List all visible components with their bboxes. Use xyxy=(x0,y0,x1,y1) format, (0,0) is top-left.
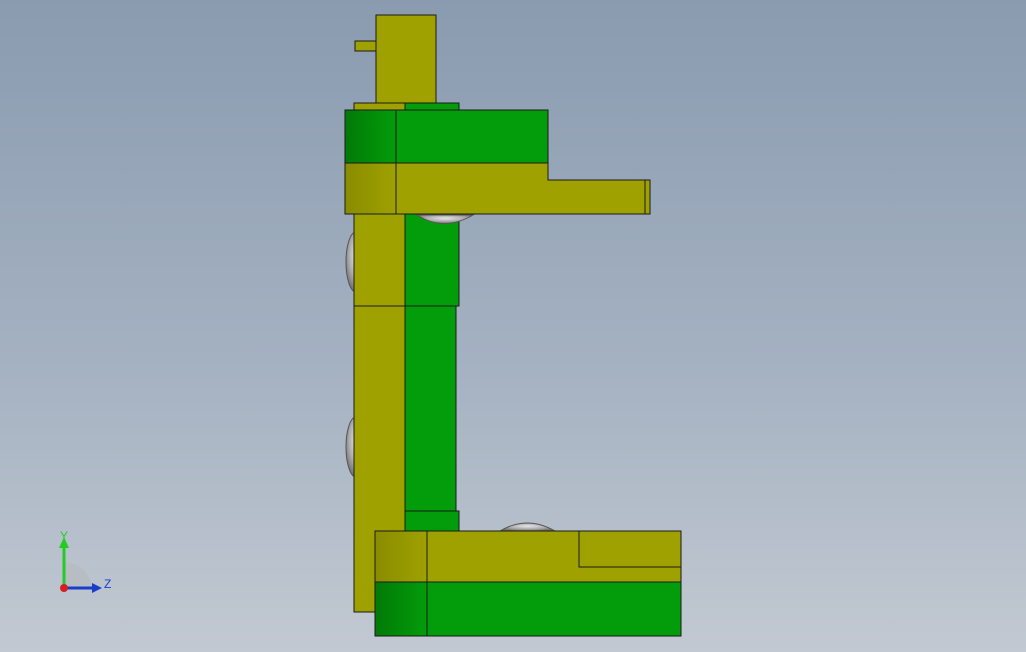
upper-clamp-olive-edge[interactable] xyxy=(344,162,397,215)
upper-clamp-green[interactable] xyxy=(395,109,549,164)
z-axis-label: Z xyxy=(104,577,111,591)
upper-clamp-green-edge[interactable] xyxy=(344,109,397,164)
top-post[interactable] xyxy=(375,14,437,104)
lower-block-green-edge[interactable] xyxy=(374,581,428,637)
lower-block-olive[interactable] xyxy=(426,530,682,583)
graphics-viewport[interactable]: Y Z xyxy=(0,0,1026,652)
lower-block-olive-edge[interactable] xyxy=(374,530,428,583)
lower-block-green[interactable] xyxy=(426,581,682,637)
coordinate-triad-icon: Y Z xyxy=(48,528,118,600)
model-view[interactable] xyxy=(0,0,1026,652)
vertical-column-green-foot[interactable] xyxy=(404,510,460,533)
top-pin[interactable] xyxy=(354,40,377,52)
upper-clamp-olive-arm[interactable] xyxy=(395,162,651,215)
y-axis-label: Y xyxy=(60,529,68,543)
vertical-column-green-lower[interactable] xyxy=(404,305,457,513)
lower-block-screw[interactable] xyxy=(498,522,557,532)
